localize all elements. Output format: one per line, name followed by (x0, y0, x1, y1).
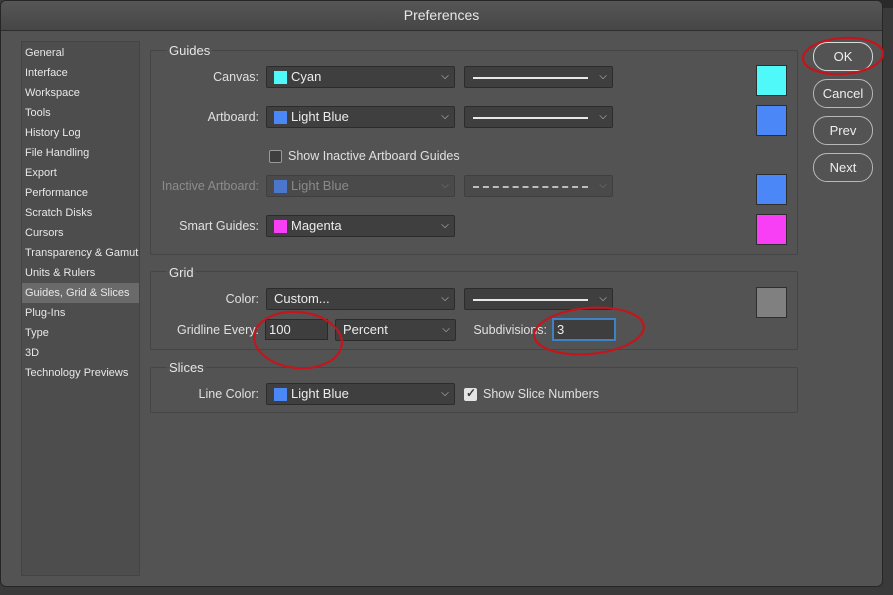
cancel-button[interactable]: Cancel (813, 79, 873, 108)
dashed-line-icon (473, 186, 588, 188)
sidebar-item-workspace[interactable]: Workspace (22, 83, 139, 103)
chevron-down-icon: ⌵ (441, 293, 449, 304)
grid-color-preview[interactable] (756, 287, 787, 318)
artboard-label: Artboard: (207, 110, 259, 124)
prev-button[interactable]: Prev (813, 116, 873, 145)
sidebar-item-tools[interactable]: Tools (22, 103, 139, 123)
preferences-dialog: Preferences General Interface Workspace … (0, 0, 883, 587)
canvas-color-swatch (274, 71, 287, 84)
inactive-artboard-color-preview[interactable] (756, 174, 787, 205)
ok-button[interactable]: OK (813, 42, 873, 71)
grid-color-select[interactable]: Custom... ⌵ (266, 288, 455, 310)
inactive-artboard-color-name: Light Blue (291, 178, 349, 193)
inactive-artboard-color-select: Light Blue ⌵ (266, 175, 455, 197)
window-title: Preferences (1, 1, 882, 31)
slices-title: Slices (167, 360, 206, 375)
gridline-every-label: Gridline Every: (177, 323, 259, 337)
artboard-color-name: Light Blue (291, 109, 349, 124)
next-button[interactable]: Next (813, 153, 873, 182)
artboard-line-style-select[interactable]: ⌵ (464, 106, 613, 128)
sidebar: General Interface Workspace Tools Histor… (21, 41, 140, 576)
canvas-color-select[interactable]: Cyan ⌵ (266, 66, 455, 88)
smart-guides-color-preview[interactable] (756, 214, 787, 245)
gridline-every-input[interactable]: 100 (265, 319, 328, 340)
slice-line-color-label: Line Color: (198, 387, 259, 401)
inactive-artboard-color-swatch (274, 180, 287, 193)
sidebar-item-plug-ins[interactable]: Plug-Ins (22, 303, 139, 323)
chevron-down-icon: ⌵ (441, 220, 449, 231)
gridline-unit-select[interactable]: Percent ⌵ (335, 319, 456, 341)
gridline-unit-value: Percent (343, 322, 388, 337)
show-slice-numbers-label[interactable]: Show Slice Numbers (483, 387, 599, 401)
sidebar-item-file-handling[interactable]: File Handling (22, 143, 139, 163)
grid-line-style-select[interactable]: ⌵ (464, 288, 613, 310)
grid-color-label: Color: (225, 292, 259, 306)
grid-group (150, 271, 798, 350)
chevron-down-icon: ⌵ (441, 71, 449, 82)
chevron-down-icon: ⌵ (599, 71, 607, 82)
grid-title: Grid (167, 265, 196, 280)
sidebar-item-scratch-disks[interactable]: Scratch Disks (22, 203, 139, 223)
chevron-down-icon: ⌵ (599, 180, 607, 191)
smart-guides-label: Smart Guides: (179, 219, 259, 233)
sidebar-item-interface[interactable]: Interface (22, 63, 139, 83)
sidebar-item-performance[interactable]: Performance (22, 183, 139, 203)
sidebar-item-guides-grid-slices[interactable]: Guides, Grid & Slices (22, 283, 139, 303)
sidebar-item-export[interactable]: Export (22, 163, 139, 183)
show-inactive-artboard-guides-label[interactable]: Show Inactive Artboard Guides (288, 149, 460, 163)
canvas-color-name: Cyan (291, 69, 322, 84)
solid-line-icon (473, 299, 588, 301)
sidebar-item-technology-previews[interactable]: Technology Previews (22, 363, 139, 383)
canvas-color-preview[interactable] (756, 65, 787, 96)
inactive-artboard-label: Inactive Artboard: (161, 179, 259, 193)
chevron-down-icon: ⌵ (441, 180, 449, 191)
chevron-down-icon: ⌵ (442, 324, 450, 335)
sidebar-item-transparency-gamut[interactable]: Transparency & Gamut (22, 243, 139, 263)
artboard-color-select[interactable]: Light Blue ⌵ (266, 106, 455, 128)
show-slice-numbers-checkbox[interactable]: ✓ (464, 386, 477, 401)
sidebar-item-general[interactable]: General (22, 43, 139, 63)
sidebar-item-history-log[interactable]: History Log (22, 123, 139, 143)
slice-line-color-name: Light Blue (291, 386, 349, 401)
sidebar-item-cursors[interactable]: Cursors (22, 223, 139, 243)
grid-color-value: Custom... (274, 291, 330, 306)
canvas-line-style-select[interactable]: ⌵ (464, 66, 613, 88)
chevron-down-icon: ⌵ (441, 111, 449, 122)
sidebar-item-units-rulers[interactable]: Units & Rulers (22, 263, 139, 283)
sidebar-item-3d[interactable]: 3D (22, 343, 139, 363)
smart-guides-color-swatch (274, 220, 287, 233)
sidebar-item-type[interactable]: Type (22, 323, 139, 343)
chevron-down-icon: ⌵ (441, 388, 449, 399)
slice-line-color-select[interactable]: Light Blue ⌵ (266, 383, 455, 405)
slice-line-color-swatch (274, 388, 287, 401)
guides-title: Guides (167, 43, 213, 58)
smart-guides-color-name: Magenta (291, 218, 342, 233)
artboard-color-swatch (274, 111, 287, 124)
solid-line-icon (473, 77, 588, 79)
show-inactive-artboard-guides-checkbox[interactable] (269, 150, 282, 163)
artboard-color-preview[interactable] (756, 105, 787, 136)
canvas-label: Canvas: (213, 70, 259, 84)
checkmark-icon: ✓ (466, 386, 477, 400)
solid-line-icon (473, 117, 588, 119)
chevron-down-icon: ⌵ (599, 293, 607, 304)
subdivisions-label: Subdivisions: (473, 323, 547, 337)
chevron-down-icon: ⌵ (599, 111, 607, 122)
subdivisions-input[interactable]: 3 (553, 319, 615, 340)
inactive-artboard-line-style-select: ⌵ (464, 175, 613, 197)
smart-guides-color-select[interactable]: Magenta ⌵ (266, 215, 455, 237)
